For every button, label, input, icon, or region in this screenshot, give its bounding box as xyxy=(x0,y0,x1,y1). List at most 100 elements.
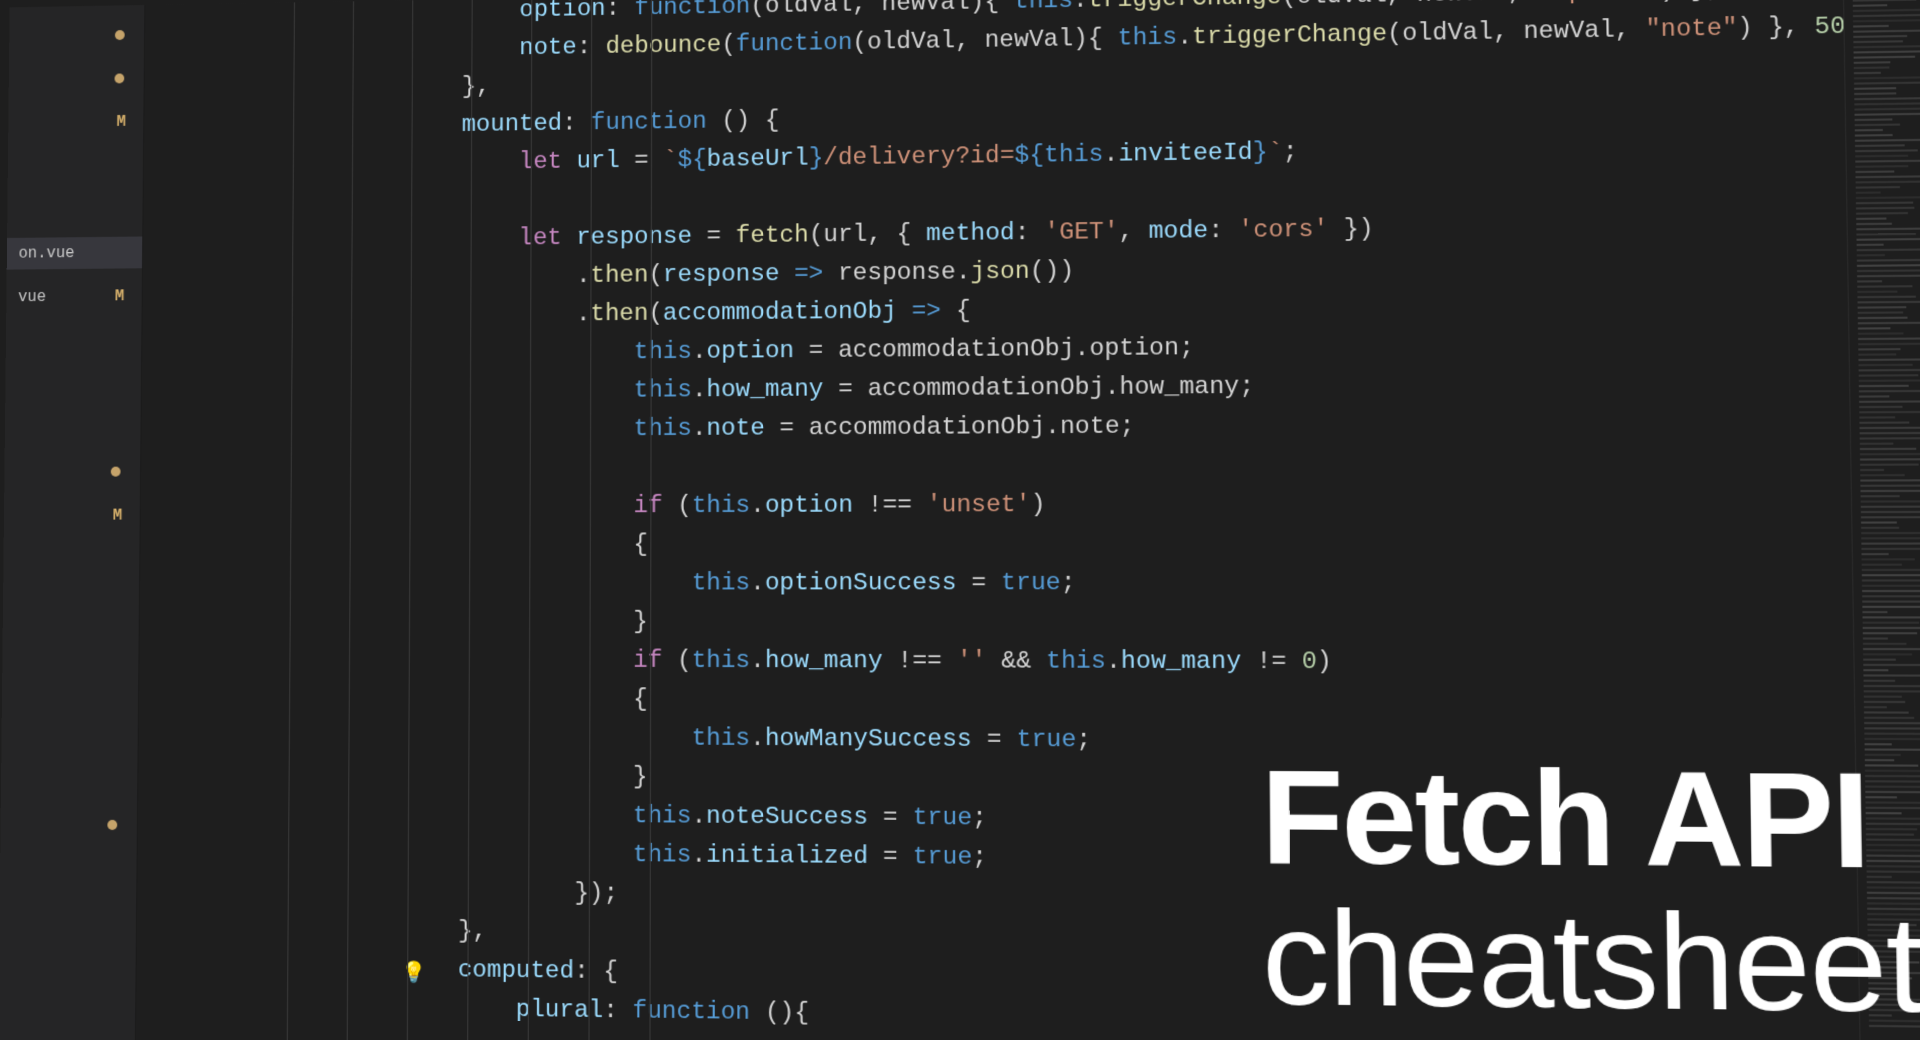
file-row[interactable] xyxy=(7,193,142,226)
minimap-line xyxy=(1860,484,1920,486)
minimap-line xyxy=(1861,532,1920,534)
minimap-line xyxy=(1863,648,1920,650)
minimap-line xyxy=(1854,76,1920,79)
minimap-line xyxy=(1864,738,1920,740)
minimap-line xyxy=(1864,696,1903,698)
minimap-line xyxy=(1855,144,1905,147)
minimap-line xyxy=(1857,244,1884,246)
minimap-line xyxy=(1856,218,1886,220)
file-row[interactable]: M xyxy=(8,106,143,140)
minimap-line xyxy=(1860,458,1920,460)
minimap-line xyxy=(1857,259,1920,262)
minimap-line xyxy=(1854,72,1881,74)
minimap-line xyxy=(1857,238,1920,241)
minimap-line xyxy=(1864,733,1920,735)
minimap-line xyxy=(1863,653,1912,655)
minimap-line xyxy=(1862,585,1920,587)
minimap-line xyxy=(1861,495,1900,497)
minimap-line xyxy=(1864,727,1920,729)
minimap-line xyxy=(1857,285,1912,288)
minimap-line xyxy=(1856,196,1920,199)
modified-dot-icon xyxy=(114,73,124,83)
minimap-line xyxy=(1859,390,1920,393)
minimap-line xyxy=(1853,14,1920,17)
minimap-line xyxy=(1855,113,1920,116)
minimap-line xyxy=(1854,102,1920,105)
minimap-line xyxy=(1853,35,1907,38)
code-line[interactable]: } xyxy=(230,604,1853,644)
minimap-line xyxy=(1862,579,1920,581)
file-row[interactable] xyxy=(8,149,143,182)
file-row[interactable] xyxy=(3,544,139,576)
minimap-line xyxy=(1854,56,1915,59)
minimap-line xyxy=(1854,97,1920,100)
file-row[interactable] xyxy=(3,588,139,620)
minimap-line xyxy=(1855,118,1893,121)
file-row[interactable]: on.vue xyxy=(7,237,143,270)
file-row[interactable] xyxy=(5,368,141,401)
minimap-line xyxy=(1856,233,1915,236)
minimap-line xyxy=(1862,595,1920,597)
code-line[interactable]: if (this.option !== 'unset') xyxy=(231,484,1851,528)
minimap-line xyxy=(1864,722,1920,724)
minimap-line xyxy=(1858,317,1907,319)
file-row[interactable] xyxy=(2,676,138,708)
file-row[interactable]: vueM xyxy=(6,280,142,313)
minimap-line xyxy=(1863,632,1918,634)
minimap-line xyxy=(1861,511,1920,513)
minimap-line xyxy=(1859,369,1920,372)
file-row[interactable] xyxy=(5,412,141,445)
file-row[interactable] xyxy=(9,19,144,53)
minimap-line xyxy=(1860,479,1920,481)
minimap-line xyxy=(1861,500,1920,502)
minimap-line xyxy=(1859,379,1920,382)
file-explorer[interactable]: Mon.vue vueM M xyxy=(0,5,145,1040)
code-line[interactable]: { xyxy=(231,524,1852,566)
file-row[interactable] xyxy=(2,632,138,664)
minimap-line xyxy=(1862,590,1920,592)
minimap-line xyxy=(1854,87,1897,90)
minimap-line xyxy=(1860,469,1884,471)
overlay-line2: cheatsheet xyxy=(1262,888,1920,1037)
file-row[interactable] xyxy=(1,720,137,753)
minimap-line xyxy=(1856,207,1914,210)
minimap-line xyxy=(1863,664,1920,666)
minimap-line xyxy=(1857,264,1920,267)
file-row[interactable] xyxy=(4,456,140,488)
minimap-line xyxy=(1857,269,1920,272)
file-row[interactable] xyxy=(0,808,137,841)
minimap-line xyxy=(1854,61,1891,64)
minimap-line xyxy=(1855,165,1908,168)
minimap-line xyxy=(1853,4,1887,7)
minimap-line xyxy=(1859,422,1908,424)
code-line[interactable]: this.optionSuccess = true; xyxy=(230,564,1852,604)
file-row[interactable] xyxy=(1,764,138,797)
minimap-line xyxy=(1855,134,1893,137)
minimap-line xyxy=(1856,191,1881,193)
minimap-line xyxy=(1853,19,1920,22)
file-row[interactable] xyxy=(9,62,144,96)
file-row[interactable] xyxy=(6,324,142,357)
minimap-line xyxy=(1858,332,1904,334)
minimap-line xyxy=(1861,527,1899,529)
lightbulb-icon[interactable]: 💡 xyxy=(401,959,426,986)
code-line[interactable]: { xyxy=(230,680,1855,724)
minimap-line xyxy=(1856,223,1891,225)
minimap-line xyxy=(1861,516,1920,518)
minimap-line xyxy=(1858,327,1890,329)
minimap-line xyxy=(1863,622,1919,624)
minimap-line xyxy=(1853,29,1920,32)
minimap-line xyxy=(1854,108,1920,111)
minimap-line xyxy=(1864,680,1896,682)
file-row[interactable]: M xyxy=(4,500,140,532)
minimap-line xyxy=(1858,300,1920,303)
code-line[interactable] xyxy=(231,444,1850,489)
minimap-line xyxy=(1853,40,1902,43)
line-number-gutter[interactable]: 8182838485868788899091929394959697989910… xyxy=(136,3,235,1040)
modified-dot-icon xyxy=(111,467,121,477)
code-line[interactable]: if (this.how_many !== '' && this.how_man… xyxy=(230,642,1854,684)
minimap-line xyxy=(1853,9,1920,12)
minimap-line xyxy=(1857,254,1885,256)
minimap-line xyxy=(1858,353,1896,355)
minimap-line xyxy=(1863,637,1888,639)
